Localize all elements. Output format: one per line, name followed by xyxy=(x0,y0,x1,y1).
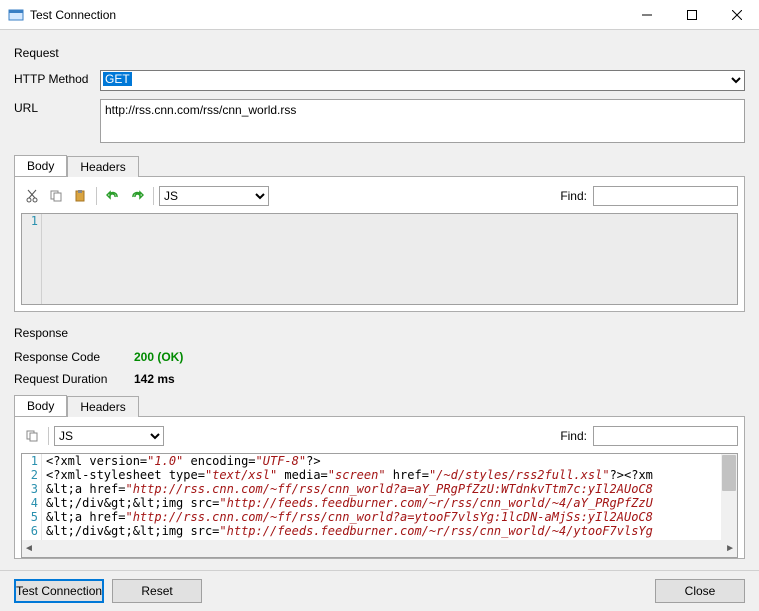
response-code-label: Response Code xyxy=(14,350,134,364)
scroll-right-icon[interactable]: ► xyxy=(725,543,735,554)
redo-icon[interactable] xyxy=(126,185,148,207)
http-method-label: HTTP Method xyxy=(14,70,100,86)
request-language-select[interactable]: JS xyxy=(159,186,269,206)
request-editor-toolbar: JS Find: xyxy=(21,183,738,213)
http-method-select[interactable]: GET xyxy=(100,70,745,91)
request-duration-value: 142 ms xyxy=(134,372,175,386)
button-bar: Test Connection Reset Close xyxy=(0,570,759,611)
scroll-left-icon[interactable]: ◄ xyxy=(24,543,34,554)
request-find-input[interactable] xyxy=(593,186,738,206)
response-find-input[interactable] xyxy=(593,426,738,446)
maximize-button[interactable] xyxy=(669,0,714,30)
response-language-select[interactable]: JS xyxy=(54,426,164,446)
titlebar: Test Connection xyxy=(0,0,759,30)
response-editor-toolbar: JS Find: xyxy=(21,423,738,453)
tab-response-body[interactable]: Body xyxy=(14,395,67,416)
horizontal-scrollbar[interactable]: ◄ ► xyxy=(22,540,737,557)
request-section-label: Request xyxy=(14,46,745,60)
close-button[interactable]: Close xyxy=(655,579,745,603)
response-body-editor[interactable]: 1 2 3 4 5 6 <?xml version="1.0" encoding… xyxy=(22,454,737,540)
tab-response-headers[interactable]: Headers xyxy=(67,396,138,417)
close-window-button[interactable] xyxy=(714,0,759,30)
url-input[interactable] xyxy=(100,99,745,143)
response-tabs: Body Headers JS Find: 1 xyxy=(14,394,745,559)
window-title: Test Connection xyxy=(30,8,624,22)
response-section-label: Response xyxy=(14,326,745,340)
app-icon xyxy=(8,7,24,23)
request-duration-label: Request Duration xyxy=(14,372,134,386)
test-connection-button[interactable]: Test Connection xyxy=(14,579,104,603)
request-tabs: Body Headers JS Find: 1 xyxy=(14,154,745,312)
minimize-button[interactable] xyxy=(624,0,669,30)
response-find-label: Find: xyxy=(560,429,587,443)
response-code-value: 200 (OK) xyxy=(134,350,183,364)
tab-request-headers[interactable]: Headers xyxy=(67,156,138,177)
paste-icon[interactable] xyxy=(69,185,91,207)
request-find-label: Find: xyxy=(560,189,587,203)
response-code-text: <?xml version="1.0" encoding="UTF-8"?> <… xyxy=(42,454,721,540)
copy-icon[interactable] xyxy=(45,185,67,207)
cut-icon[interactable] xyxy=(21,185,43,207)
tab-request-body[interactable]: Body xyxy=(14,155,67,176)
url-label: URL xyxy=(14,99,100,115)
undo-icon[interactable] xyxy=(102,185,124,207)
vertical-scrollbar[interactable] xyxy=(721,454,737,540)
reset-button[interactable]: Reset xyxy=(112,579,202,603)
copy-icon[interactable] xyxy=(21,425,43,447)
request-body-editor[interactable]: 1 xyxy=(21,213,738,305)
